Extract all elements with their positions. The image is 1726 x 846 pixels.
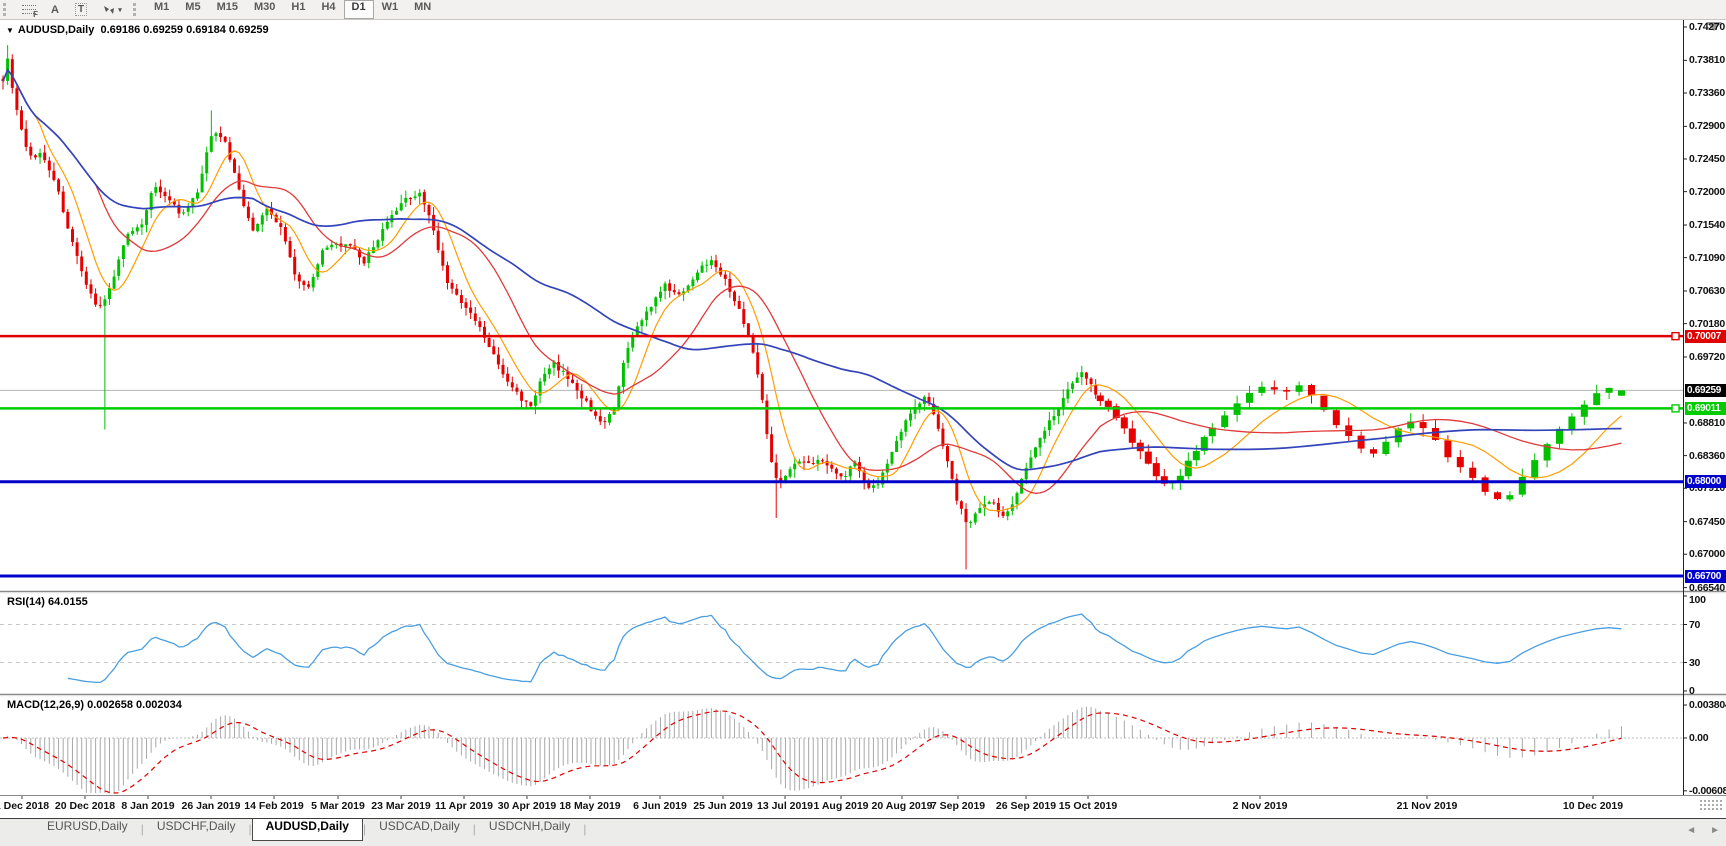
timeframe-button-d1[interactable]: D1 (343, 0, 374, 19)
arrows-dropdown-caret[interactable]: ▾ (118, 6, 122, 14)
date-tick-label: 13 Jul 2019 (756, 800, 814, 812)
date-tick-label: 14 Feb 2019 (244, 800, 304, 812)
moving-average-line-8 (2, 68, 1622, 512)
candles (1, 45, 1625, 570)
symbol-tab-audusd[interactable]: AUDUSD,Daily (251, 819, 363, 841)
hline-handle[interactable] (1671, 404, 1680, 413)
arrows-tool-icon[interactable]: ▾ (94, 0, 130, 19)
price-tick-label: 0.72450 (1689, 152, 1725, 165)
moving-average-line-21 (2, 68, 1622, 494)
price-tick-label: 0.72000 (1689, 185, 1725, 198)
fibonacci-glyph: F (22, 4, 38, 19)
date-tick-label: 18 May 2019 (559, 800, 621, 812)
date-tick-label: 1 Dec 2018 (0, 800, 50, 812)
symbol-tab-usdcad[interactable]: USDCAD,Daily (366, 819, 473, 840)
macd-indicator-label: MACD(12,26,9) 0.002658 0.002034 (7, 699, 182, 711)
date-tick-label: 21 Nov 2019 (1396, 800, 1458, 812)
timeframe-button-m15[interactable]: M15 (209, 0, 246, 19)
toolbar: F A T ▾ M1 M5 M15 M30 H1 H4 D1 W1 MN (0, 0, 1726, 20)
price-badge-level: 0.70007 (1685, 329, 1726, 343)
chart-title: ▼ AUDUSD,Daily 0.69186 0.69259 0.69184 0.… (6, 24, 269, 36)
price-tick-label: 0.71090 (1689, 251, 1725, 264)
date-tick-label: 11 Apr 2019 (435, 800, 493, 812)
date-tick-label: 2 Nov 2019 (1232, 800, 1288, 812)
hline-handle[interactable] (1671, 331, 1680, 341)
timeframe-button-h4[interactable]: H4 (313, 0, 343, 19)
price-badge-current: 0.69259 (1685, 383, 1726, 397)
fibonacci-retracement-icon[interactable]: F (16, 0, 42, 19)
timeframe-button-m30[interactable]: M30 (246, 0, 283, 19)
tab-separator: | (583, 822, 587, 836)
macd-signal-line (2, 710, 1622, 794)
price-badge-level: 0.66700 (1685, 569, 1726, 583)
symbol-tab-usdcnh[interactable]: USDCNH,Daily (476, 819, 583, 840)
price-badge-level: 0.69011 (1685, 401, 1726, 415)
symbol-tab-eurusd[interactable]: EURUSD,Daily (34, 819, 141, 840)
timeframe-button-m1[interactable]: M1 (146, 0, 177, 19)
macd-tick-label: 0.003804 (1689, 699, 1726, 711)
rsi-indicator-label: RSI(14) 64.0155 (7, 596, 88, 608)
price-tick-label: 0.68810 (1689, 416, 1725, 429)
macd-tick-label: 0.00 (1689, 732, 1709, 744)
price-tick-label: 0.72900 (1689, 120, 1725, 133)
date-tick-label: 20 Dec 2018 (54, 800, 116, 812)
tab-scroll-right-icon[interactable]: ► (1710, 825, 1720, 837)
date-tick-label: 26 Sep 2019 (995, 800, 1057, 812)
moving-average-line-55 (2, 68, 1622, 471)
date-tick-label: 26 Jan 2019 (181, 800, 241, 812)
rsi-tick-label: 30 (1689, 656, 1701, 669)
price-tick-label: 0.67450 (1689, 515, 1725, 528)
chart-canvas[interactable] (0, 0, 1726, 846)
price-tick-label: 0.74270 (1689, 21, 1725, 33)
macd-histogram (7, 706, 1623, 793)
timeframe-toolbar-drag-handle[interactable] (133, 3, 141, 16)
text-label-tool-icon[interactable]: T (68, 0, 94, 19)
price-tick-label: 0.73360 (1689, 86, 1725, 99)
date-tick-label: 6 Jun 2019 (633, 800, 687, 812)
price-tick-label: 0.70630 (1689, 284, 1725, 297)
price-tick-label: 0.66540 (1689, 581, 1725, 594)
text-tool-icon[interactable]: A (42, 0, 68, 19)
price-tick-label: 0.70180 (1689, 317, 1725, 330)
trading-platform-window: F A T ▾ M1 M5 M15 M30 H1 H4 D1 W1 MN ▼ AUDUSD,Dai… (0, 0, 1726, 846)
rsi-tick-label: 0 (1689, 685, 1695, 697)
price-tick-label: 0.69720 (1689, 350, 1725, 363)
rsi-tick-label: 100 (1689, 594, 1706, 606)
timeframe-button-h1[interactable]: H1 (283, 0, 313, 19)
date-tick-label: 5 Mar 2019 (311, 800, 365, 812)
chart-ohlc-values: 0.69186 0.69259 0.69184 0.69259 (100, 24, 269, 36)
symbol-menu-arrow[interactable]: ▼ (6, 26, 14, 35)
text-glyph: A (51, 3, 59, 16)
price-tick-label: 0.68360 (1689, 449, 1725, 462)
timeframe-button-w1[interactable]: W1 (374, 0, 407, 19)
date-tick-label: 23 Mar 2019 (371, 800, 431, 812)
date-tick-label: 8 Jan 2019 (121, 800, 175, 812)
rsi-tick-label: 70 (1689, 618, 1701, 631)
date-tick-label: 1 Aug 2019 (813, 800, 869, 812)
rsi-line (67, 613, 1622, 684)
chart-symbol-title: AUDUSD,Daily (17, 24, 95, 36)
date-tick-label: 25 Jun 2019 (693, 800, 753, 812)
price-tick-label: 0.67000 (1689, 548, 1725, 561)
macd-tick-label: -0.006087 (1689, 784, 1726, 797)
tab-scroll-left-icon[interactable]: ◄ (1686, 825, 1696, 837)
label-glyph: T (74, 3, 88, 16)
symbol-tab-usdchf[interactable]: USDCHF,Daily (144, 819, 249, 840)
price-tick-label: 0.71540 (1689, 218, 1725, 231)
date-tick-label: 15 Oct 2019 (1058, 800, 1118, 812)
date-tick-label: 30 Apr 2019 (497, 800, 557, 812)
price-badge-level: 0.68000 (1685, 475, 1726, 489)
timeframe-button-mn[interactable]: MN (406, 0, 439, 19)
date-tick-label: 10 Dec 2019 (1562, 800, 1624, 812)
toolbar-drag-handle[interactable] (3, 3, 11, 16)
price-tick-label: 0.73810 (1689, 54, 1725, 67)
symbol-tab-bar: EURUSD,Daily | USDCHF,Daily | AUDUSD,Dai… (0, 818, 1726, 846)
timeframe-button-m5[interactable]: M5 (177, 0, 208, 19)
date-tick-label: 20 Aug 2019 (871, 800, 933, 812)
date-tick-label: 7 Sep 2019 (930, 800, 986, 812)
arrows-glyph (104, 5, 115, 14)
